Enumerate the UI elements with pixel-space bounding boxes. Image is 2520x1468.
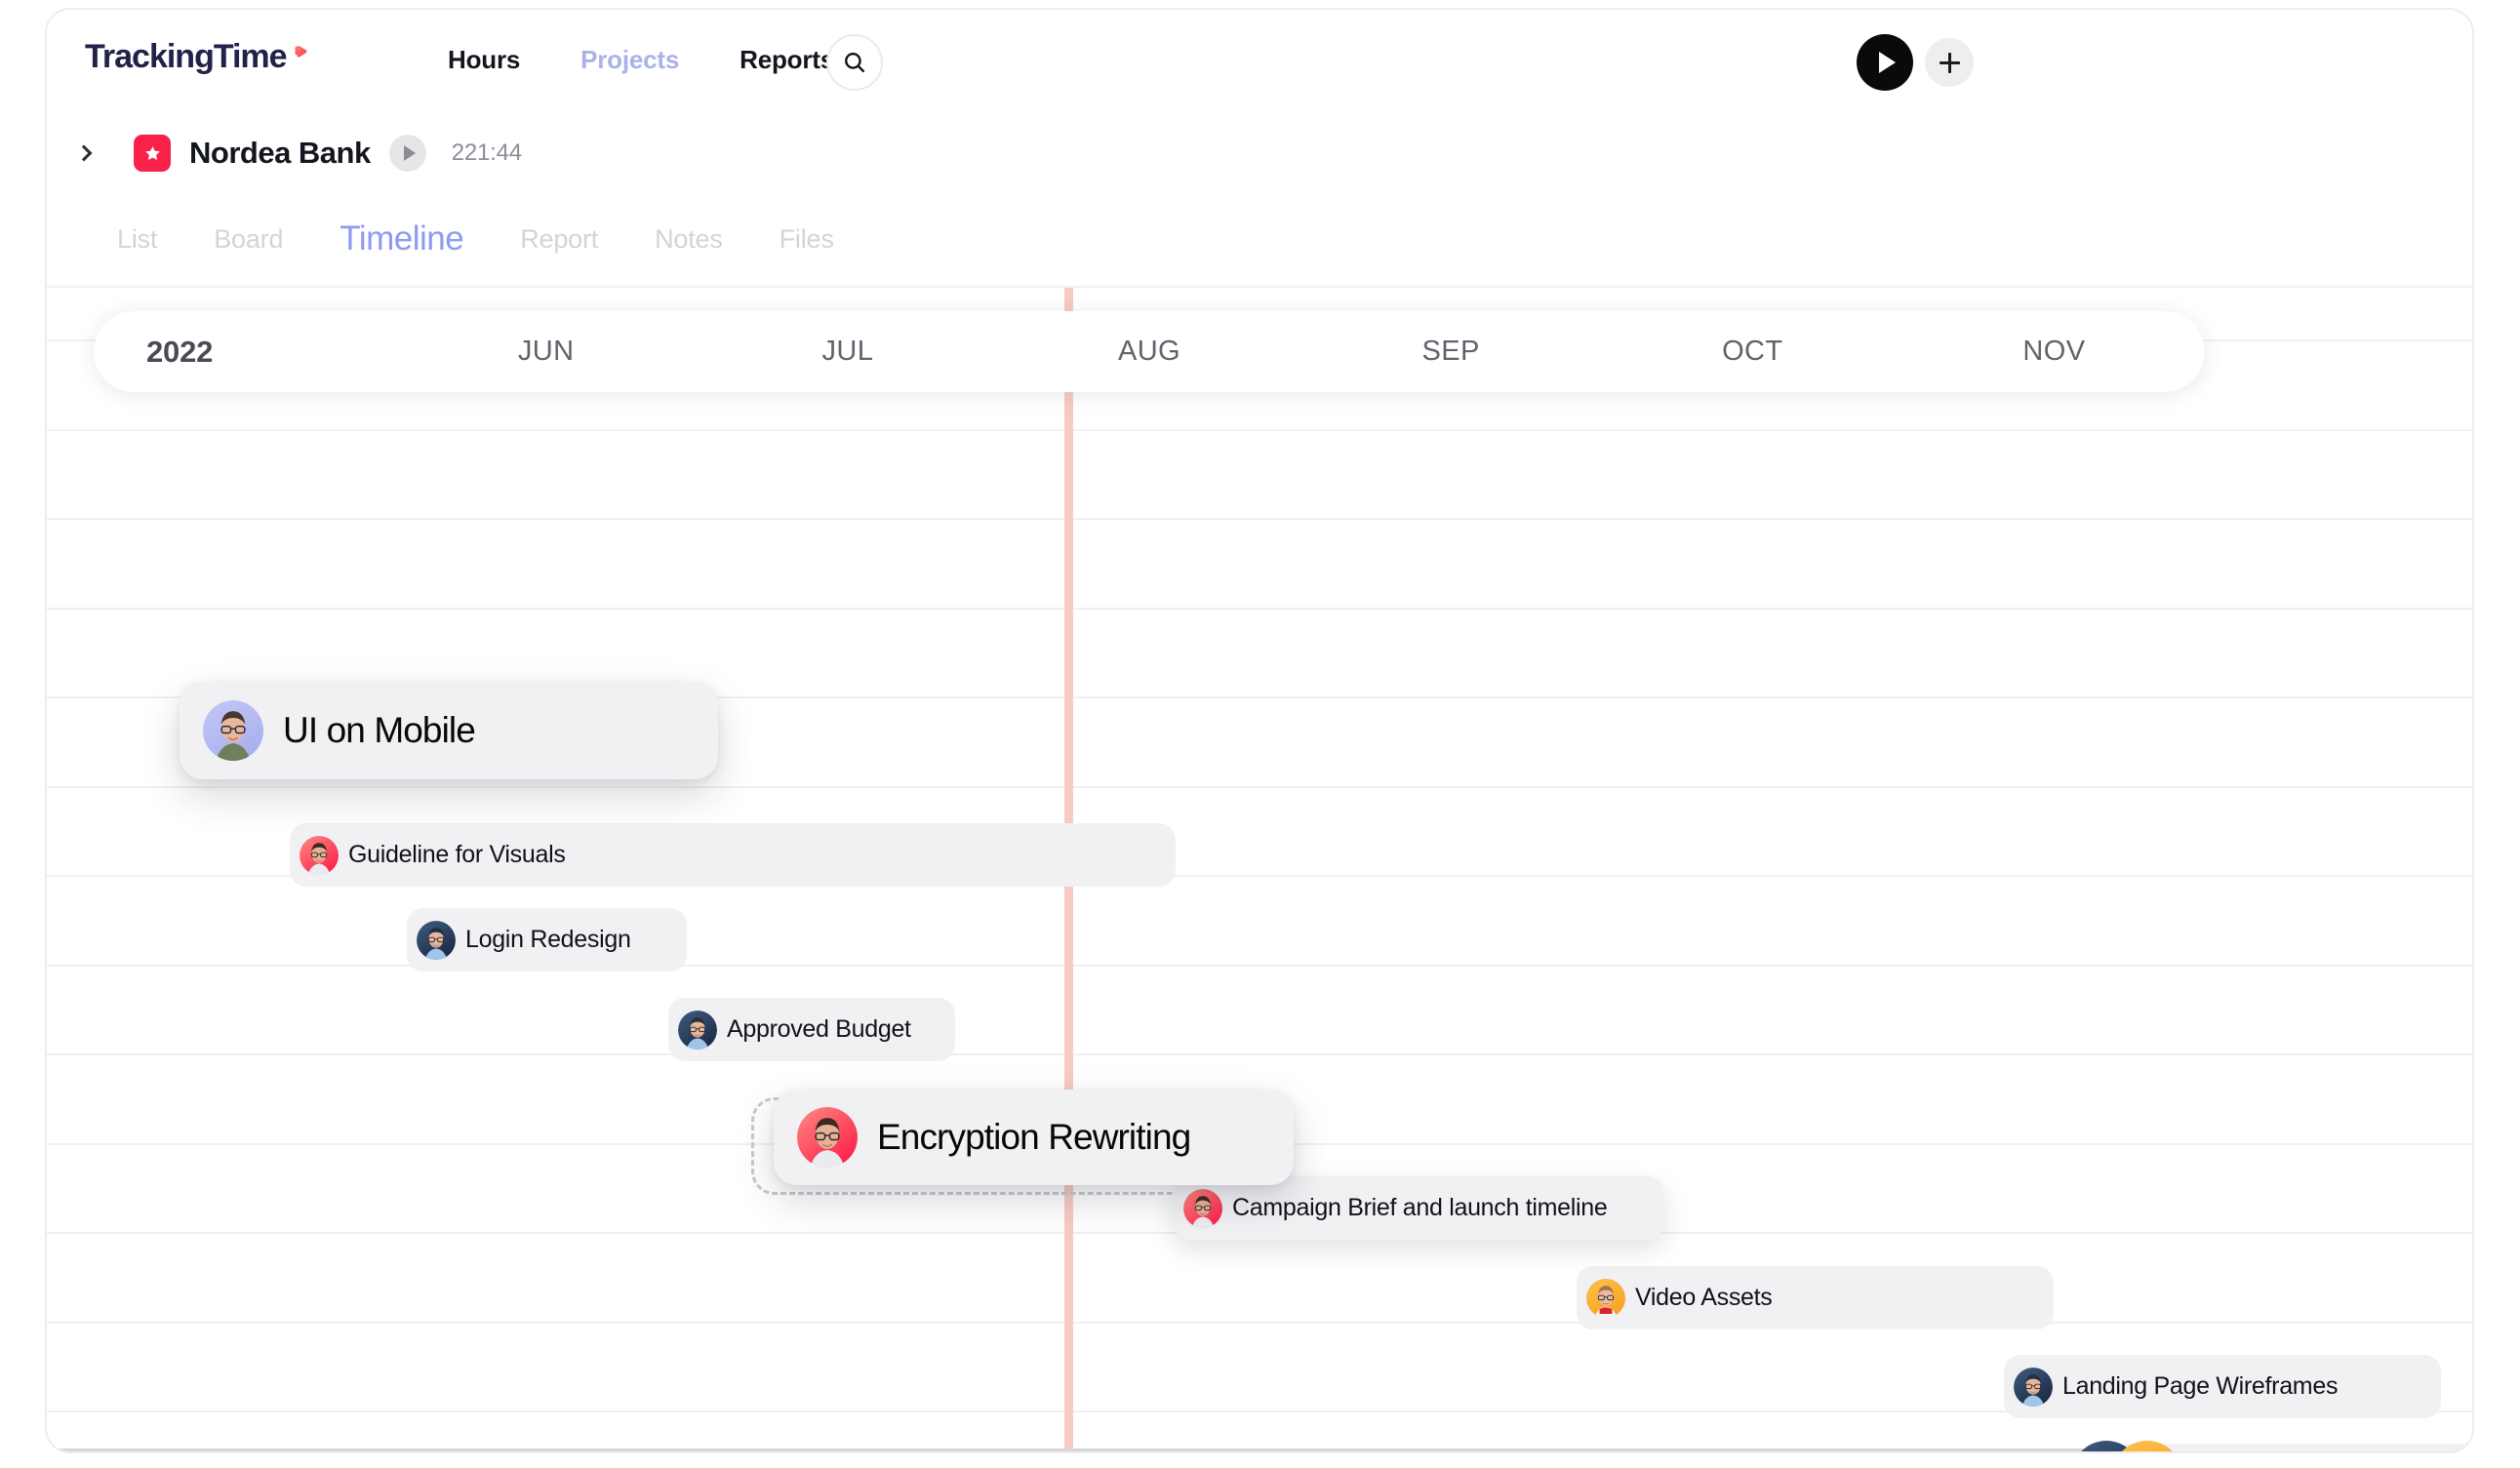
nav-links: Hours Projects Reports	[418, 45, 864, 75]
avatar-man-glasses-red	[300, 835, 339, 875]
task-title: Approved Budget	[727, 1015, 911, 1043]
chevron-right-icon	[75, 144, 93, 162]
task-assignee-avatars[interactable]	[300, 835, 339, 875]
task-title: Landing Page Wireframes	[2062, 1372, 2339, 1400]
logo-text: TrackingTime	[85, 38, 288, 75]
nav-link-projects[interactable]: Projects	[550, 45, 709, 75]
avatar-man-glasses-red	[797, 1107, 858, 1168]
tab-notes[interactable]: Notes	[655, 224, 723, 255]
play-icon	[403, 145, 416, 161]
timeline-task-bar[interactable]: Video Assets	[1577, 1266, 2054, 1329]
project-tabs: List Board Timeline Report Notes Files	[47, 191, 2472, 287]
timeline-month-header: 2022 JUN JUL AUG SEP OCT NOV	[94, 311, 2205, 392]
timeline-row-divider	[47, 1053, 2472, 1055]
task-assignee-avatars[interactable]	[417, 920, 456, 960]
task-assignee-avatars[interactable]	[203, 700, 263, 761]
task-assignee-avatars[interactable]	[1586, 1278, 1625, 1318]
task-title: Encryption Rewriting	[877, 1117, 1191, 1157]
project-collapse-toggle[interactable]	[72, 130, 99, 177]
task-assignee-avatars[interactable]	[678, 1010, 717, 1050]
timeline-task-bar[interactable]: Login Redesign	[407, 908, 687, 972]
task-assignee-avatars[interactable]	[797, 1107, 858, 1168]
avatar-man-glasses-navy	[2014, 1367, 2053, 1407]
avatar-man-glasses-red	[1183, 1188, 1222, 1228]
project-start-timer-button[interactable]	[388, 135, 426, 172]
timeline-task-bar[interactable]: Encryption Rewriting	[774, 1090, 1294, 1185]
timeline-month-jul: JUL	[821, 336, 874, 367]
play-icon	[1879, 52, 1896, 73]
topnav-actions	[1857, 34, 1974, 91]
avatar-woman-orange	[1586, 1278, 1625, 1318]
timeline-task-bar[interactable]: Landing Page Wireframes	[2004, 1355, 2441, 1418]
play-logo-icon	[294, 45, 319, 70]
timeline-month-jun: JUN	[517, 336, 575, 367]
timeline-month-sep: SEP	[1421, 336, 1480, 367]
task-title: Campaign Brief and launch timeline	[1232, 1194, 1608, 1221]
project-title: Nordea Bank	[189, 136, 371, 170]
timeline-year-label: 2022	[146, 334, 214, 369]
app-window: TrackingTime Hours Projects Reports Nord…	[45, 8, 2474, 1453]
task-title: Login Redesign	[465, 926, 631, 953]
tab-timeline[interactable]: Timeline	[340, 219, 463, 258]
timeline-task-bar[interactable]: Guideline for Visuals	[290, 823, 1176, 887]
timeline-row-divider	[47, 785, 2472, 788]
timeline-row-divider	[47, 518, 2472, 520]
tab-board[interactable]: Board	[214, 224, 283, 255]
top-navigation-bar: TrackingTime Hours Projects Reports	[47, 10, 2472, 115]
timeline-month-aug: AUG	[1117, 336, 1181, 367]
nav-link-hours[interactable]: Hours	[418, 45, 550, 75]
tab-files[interactable]: Files	[780, 224, 834, 255]
timeline-month-nov: NOV	[2022, 336, 2086, 367]
task-title: UI on Mobile	[283, 710, 476, 750]
app-root: TrackingTime Hours Projects Reports Nord…	[0, 0, 2520, 1468]
task-title: Video Assets	[1635, 1284, 1773, 1311]
app-logo[interactable]: TrackingTime	[85, 38, 319, 76]
tab-list[interactable]: List	[117, 224, 157, 255]
task-assignee-avatars[interactable]	[2014, 1367, 2053, 1407]
task-assignee-avatars[interactable]	[2071, 1440, 2182, 1451]
star-icon	[134, 135, 171, 172]
avatar-man-glasses-navy	[417, 920, 456, 960]
timeline-task-bar[interactable]: Approved Budget	[668, 998, 955, 1061]
avatar-woman-glasses-periwinkle	[203, 700, 263, 761]
avatar-man-glasses-navy	[678, 1010, 717, 1050]
timeline-task-bar[interactable]: Performance tracking	[2071, 1440, 2472, 1451]
timeline-row-divider	[47, 428, 2472, 431]
search-icon	[842, 50, 867, 75]
task-assignee-avatars[interactable]	[1183, 1188, 1222, 1228]
timeline-task-bar[interactable]: Campaign Brief and launch timeline	[1174, 1176, 1664, 1240]
timeline-row-divider	[47, 607, 2472, 610]
add-button[interactable]	[1925, 38, 1974, 87]
start-timer-button[interactable]	[1857, 34, 1913, 91]
project-total-time: 221:44	[451, 139, 522, 166]
timeline-canvas[interactable]: 2022 JUN JUL AUG SEP OCT NOV UI on Mobile Gu	[47, 288, 2472, 1451]
task-title: Guideline for Visuals	[348, 841, 566, 868]
timeline-task-bar[interactable]: UI on Mobile	[180, 682, 718, 779]
search-button[interactable]	[826, 34, 883, 91]
timeline-row-divider	[47, 1321, 2472, 1324]
tab-report[interactable]: Report	[520, 224, 598, 255]
project-header: Nordea Bank 221:44	[47, 115, 2472, 191]
timeline-month-oct: OCT	[1722, 336, 1783, 367]
